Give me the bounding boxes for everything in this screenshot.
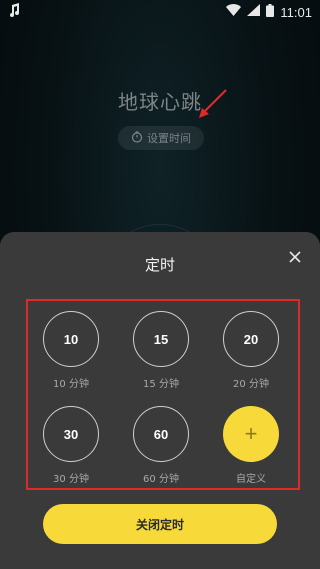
option-value: 15 — [133, 311, 189, 367]
option-label: 20 分钟 — [233, 379, 269, 390]
timer-icon — [131, 130, 143, 146]
option-label: 60 分钟 — [143, 474, 179, 485]
page-title: 地球心跳 — [118, 90, 202, 114]
signal-icon — [247, 4, 261, 20]
close-button[interactable] — [282, 244, 308, 270]
option-value: 20 — [223, 311, 279, 367]
annotation-arrow — [199, 89, 227, 118]
plus-icon: + — [223, 406, 279, 462]
option-20-min[interactable]: 20 20 分钟 — [221, 311, 281, 390]
option-label: 30 分钟 — [53, 474, 89, 485]
option-60-min[interactable]: 60 60 分钟 — [131, 406, 191, 485]
option-value: 10 — [43, 311, 99, 367]
option-label: 10 分钟 — [53, 379, 89, 390]
timer-sheet: 定时 10 10 分钟 15 15 分钟 20 20 分钟 30 30 分钟 6… — [0, 232, 320, 569]
option-10-min[interactable]: 10 10 分钟 — [41, 311, 101, 390]
option-15-min[interactable]: 15 15 分钟 — [131, 311, 191, 390]
close-icon — [289, 248, 301, 267]
option-value: 60 — [133, 406, 189, 462]
status-time: 11:01 — [280, 4, 312, 20]
app-screen: 11:01 地球心跳 设置时间 定时 10 10 分钟 15 15 分钟 20 … — [0, 0, 320, 569]
timer-options: 10 10 分钟 15 15 分钟 20 20 分钟 30 30 分钟 60 6… — [26, 299, 300, 490]
sheet-title: 定时 — [144, 256, 175, 274]
set-time-button[interactable]: 设置时间 — [118, 126, 204, 150]
music-note-icon — [8, 3, 20, 21]
set-time-label: 设置时间 — [147, 132, 191, 145]
option-label: 自定义 — [236, 474, 266, 485]
option-value: 30 — [43, 406, 99, 462]
battery-icon — [266, 3, 275, 21]
option-custom[interactable]: + 自定义 — [221, 406, 281, 485]
status-bar: 11:01 — [0, 0, 320, 24]
option-30-min[interactable]: 30 30 分钟 — [41, 406, 101, 485]
wifi-icon — [226, 4, 242, 20]
option-label: 15 分钟 — [143, 379, 179, 390]
close-timer-button[interactable]: 关闭定时 — [43, 504, 277, 544]
